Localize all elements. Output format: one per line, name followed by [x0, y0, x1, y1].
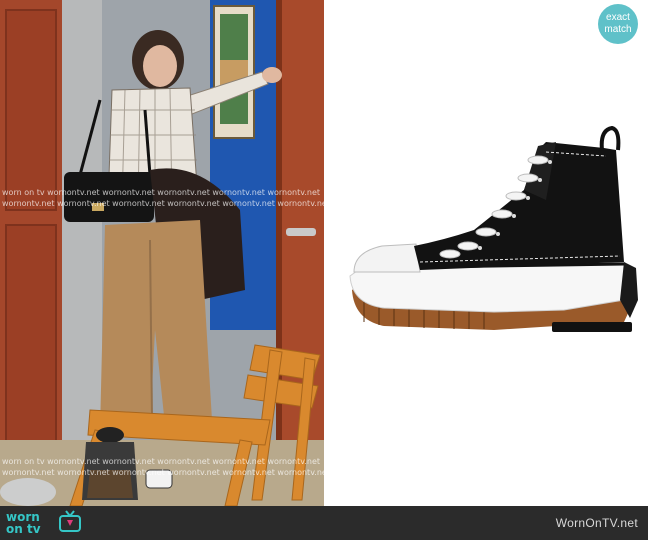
footer-bar: worn on tv WornOnTV.net [0, 506, 648, 540]
badge-line-1: exact [606, 12, 630, 23]
site-url[interactable]: WornOnTV.net [556, 516, 638, 530]
sneaker-illustration [349, 125, 638, 332]
watermark-text: wornontv.net wornontv.net wornontv.net w… [2, 199, 324, 208]
site-logo[interactable]: worn on tv [6, 511, 41, 535]
badge-line-2: match [604, 24, 632, 35]
tv-icon [58, 510, 82, 534]
watermark-text: worn on tv wornontv.net wornontv.net wor… [2, 188, 321, 197]
scene-illustration [0, 0, 324, 506]
watermark-text: wornontv.net wornontv.net wornontv.net w… [2, 468, 324, 477]
product-image [324, 0, 648, 506]
logo-line-2: on tv [6, 522, 41, 536]
exact-match-badge[interactable]: exact match [598, 4, 638, 44]
scene-photo: worn on tv wornontv.net wornontv.net wor… [0, 0, 324, 506]
watermark-text: worn on tv wornontv.net wornontv.net wor… [2, 457, 321, 466]
